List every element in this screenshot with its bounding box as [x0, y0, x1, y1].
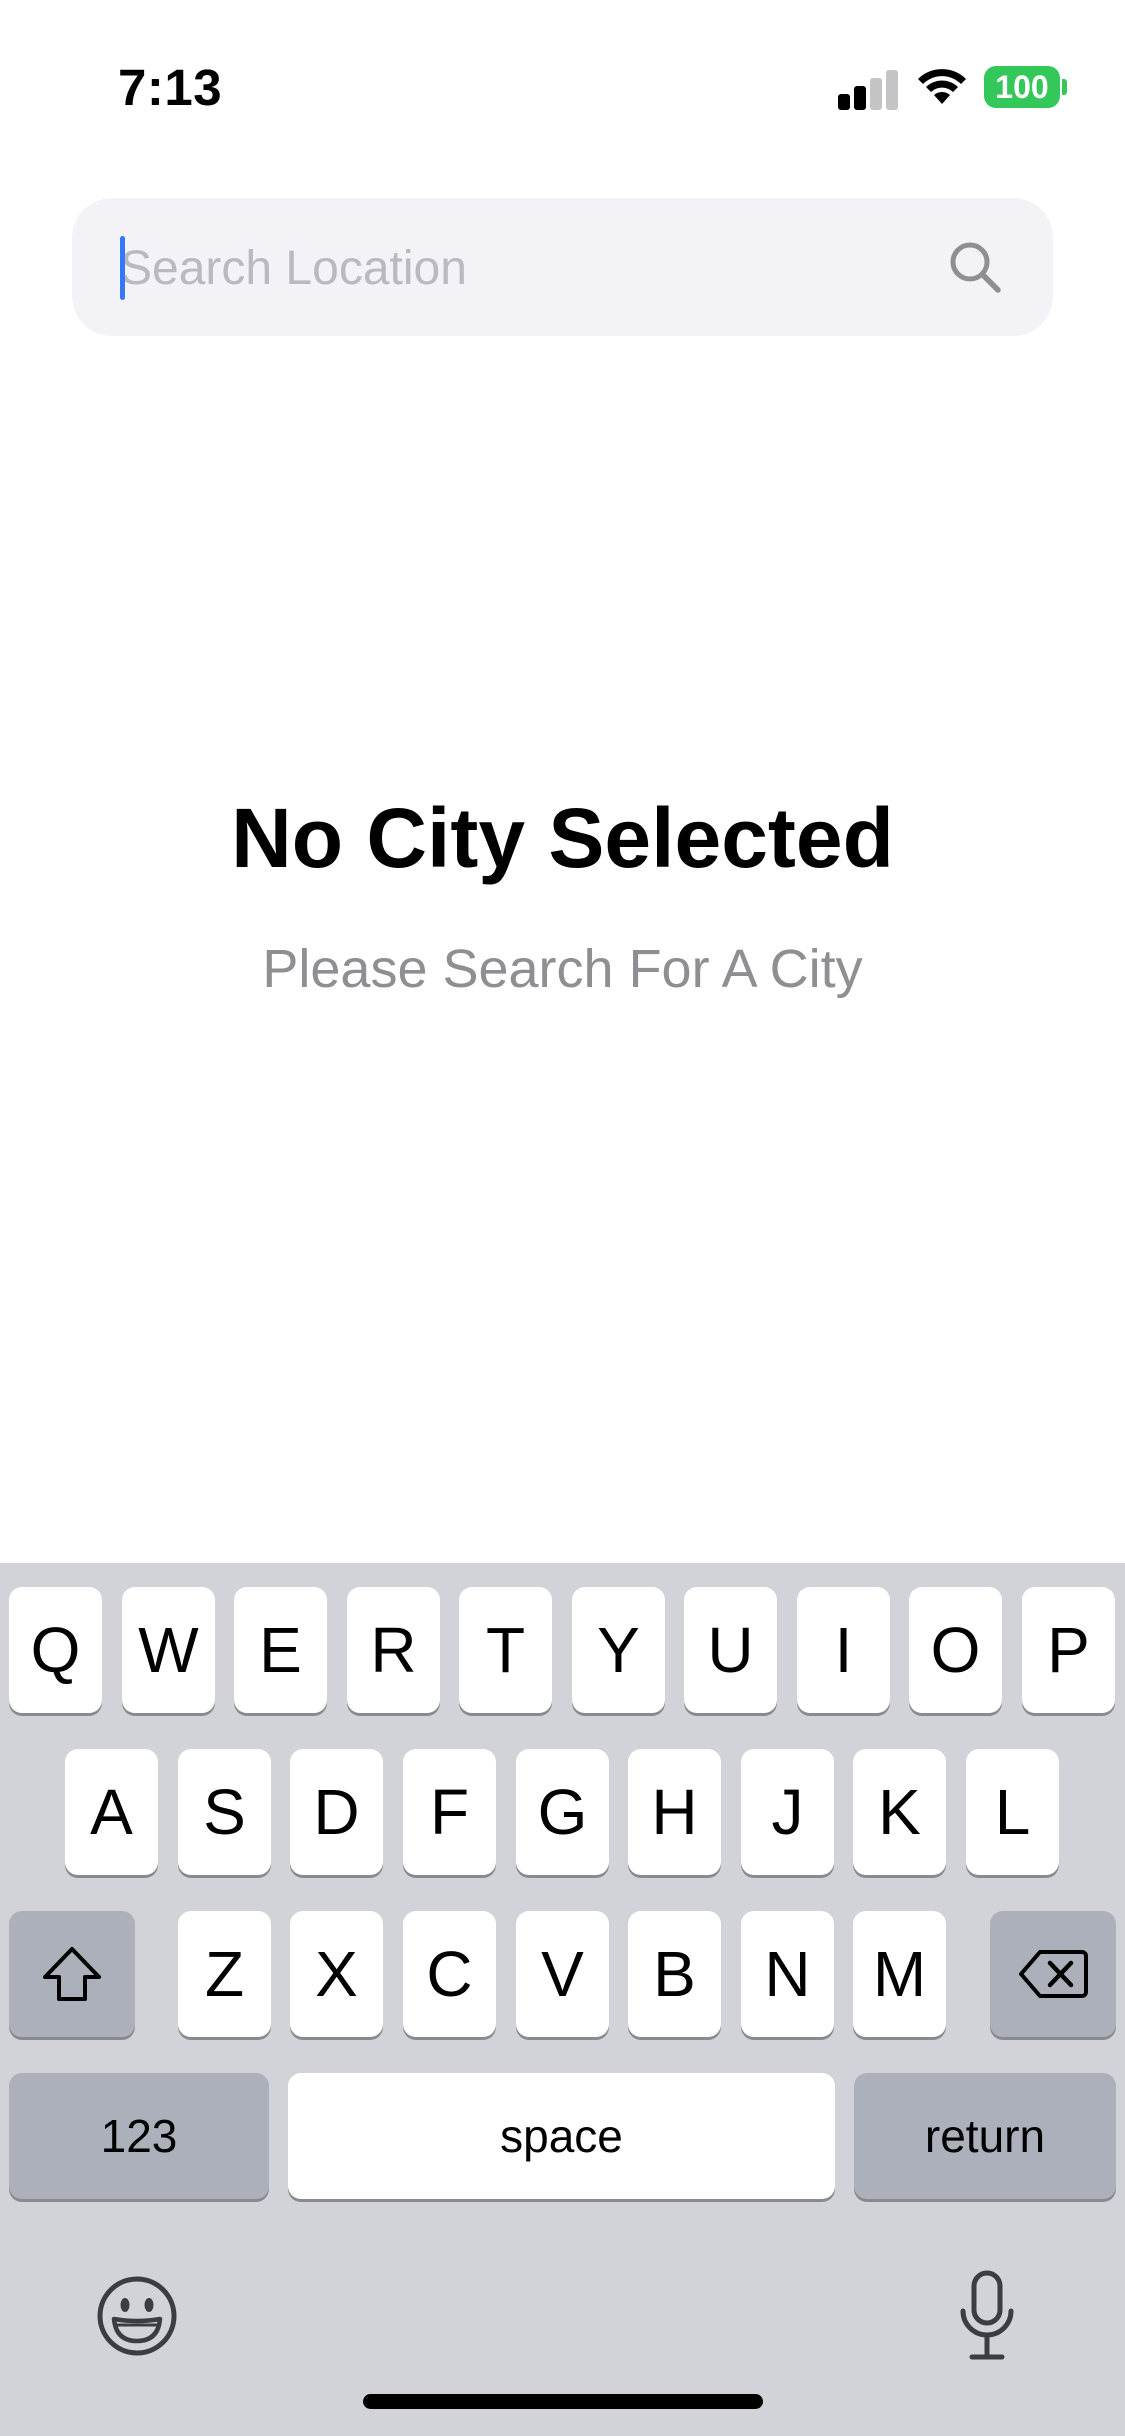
- battery-level: 100: [984, 66, 1060, 108]
- key-p[interactable]: P: [1022, 1587, 1115, 1713]
- numbers-key[interactable]: 123: [9, 2073, 269, 2199]
- return-key-label: return: [924, 2110, 1046, 2162]
- key-y[interactable]: Y: [572, 1587, 665, 1713]
- key-t[interactable]: T: [459, 1587, 552, 1713]
- key-e[interactable]: E: [234, 1587, 327, 1713]
- return-key[interactable]: return: [854, 2073, 1116, 2199]
- key-d[interactable]: D: [290, 1749, 383, 1875]
- numbers-key-label: 123: [100, 2110, 178, 2162]
- delete-key[interactable]: [990, 1911, 1116, 2037]
- key-h[interactable]: H: [628, 1749, 721, 1875]
- key-x[interactable]: X: [290, 1911, 383, 2037]
- space-key-label: space: [500, 2110, 623, 2162]
- status-time: 7:13: [118, 59, 223, 116]
- app-screen: 7:13 100 No City Selected Please Search …: [0, 0, 1125, 2436]
- key-o[interactable]: O: [909, 1587, 1002, 1713]
- key-l[interactable]: L: [966, 1749, 1059, 1875]
- battery-tip: [1062, 79, 1067, 95]
- keyboard: Q W E R T Y U I O P A S D F G H J K L Z …: [0, 1563, 1125, 2436]
- text-cursor: [120, 236, 125, 300]
- key-r[interactable]: R: [347, 1587, 440, 1713]
- microphone-icon[interactable]: [958, 2269, 1016, 2363]
- search-field[interactable]: [72, 198, 1053, 336]
- key-i[interactable]: I: [797, 1587, 890, 1713]
- key-c[interactable]: C: [403, 1911, 496, 2037]
- home-indicator[interactable]: [363, 2394, 763, 2409]
- key-w[interactable]: W: [122, 1587, 215, 1713]
- space-key[interactable]: space: [288, 2073, 835, 2199]
- search-icon[interactable]: [948, 240, 1002, 294]
- key-j[interactable]: J: [741, 1749, 834, 1875]
- key-n[interactable]: N: [741, 1911, 834, 2037]
- key-v[interactable]: V: [516, 1911, 609, 2037]
- emoji-icon[interactable]: [96, 2275, 178, 2357]
- battery-icon: 100: [984, 66, 1068, 108]
- key-z[interactable]: Z: [178, 1911, 271, 2037]
- key-m[interactable]: M: [853, 1911, 946, 2037]
- key-f[interactable]: F: [403, 1749, 496, 1875]
- key-k[interactable]: K: [853, 1749, 946, 1875]
- delete-icon: [1019, 1950, 1088, 1998]
- key-q[interactable]: Q: [9, 1587, 102, 1713]
- empty-state-subtitle: Please Search For A City: [262, 939, 863, 999]
- shift-key[interactable]: [9, 1911, 135, 2037]
- key-s[interactable]: S: [178, 1749, 271, 1875]
- shift-icon: [43, 1947, 101, 2001]
- key-u[interactable]: U: [684, 1587, 777, 1713]
- empty-state-title: No City Selected: [231, 791, 894, 885]
- signal-icon: [838, 70, 898, 110]
- key-b[interactable]: B: [628, 1911, 721, 2037]
- key-g[interactable]: G: [516, 1749, 609, 1875]
- key-a[interactable]: A: [65, 1749, 158, 1875]
- search-input[interactable]: [120, 228, 940, 308]
- wifi-icon: [918, 69, 966, 104]
